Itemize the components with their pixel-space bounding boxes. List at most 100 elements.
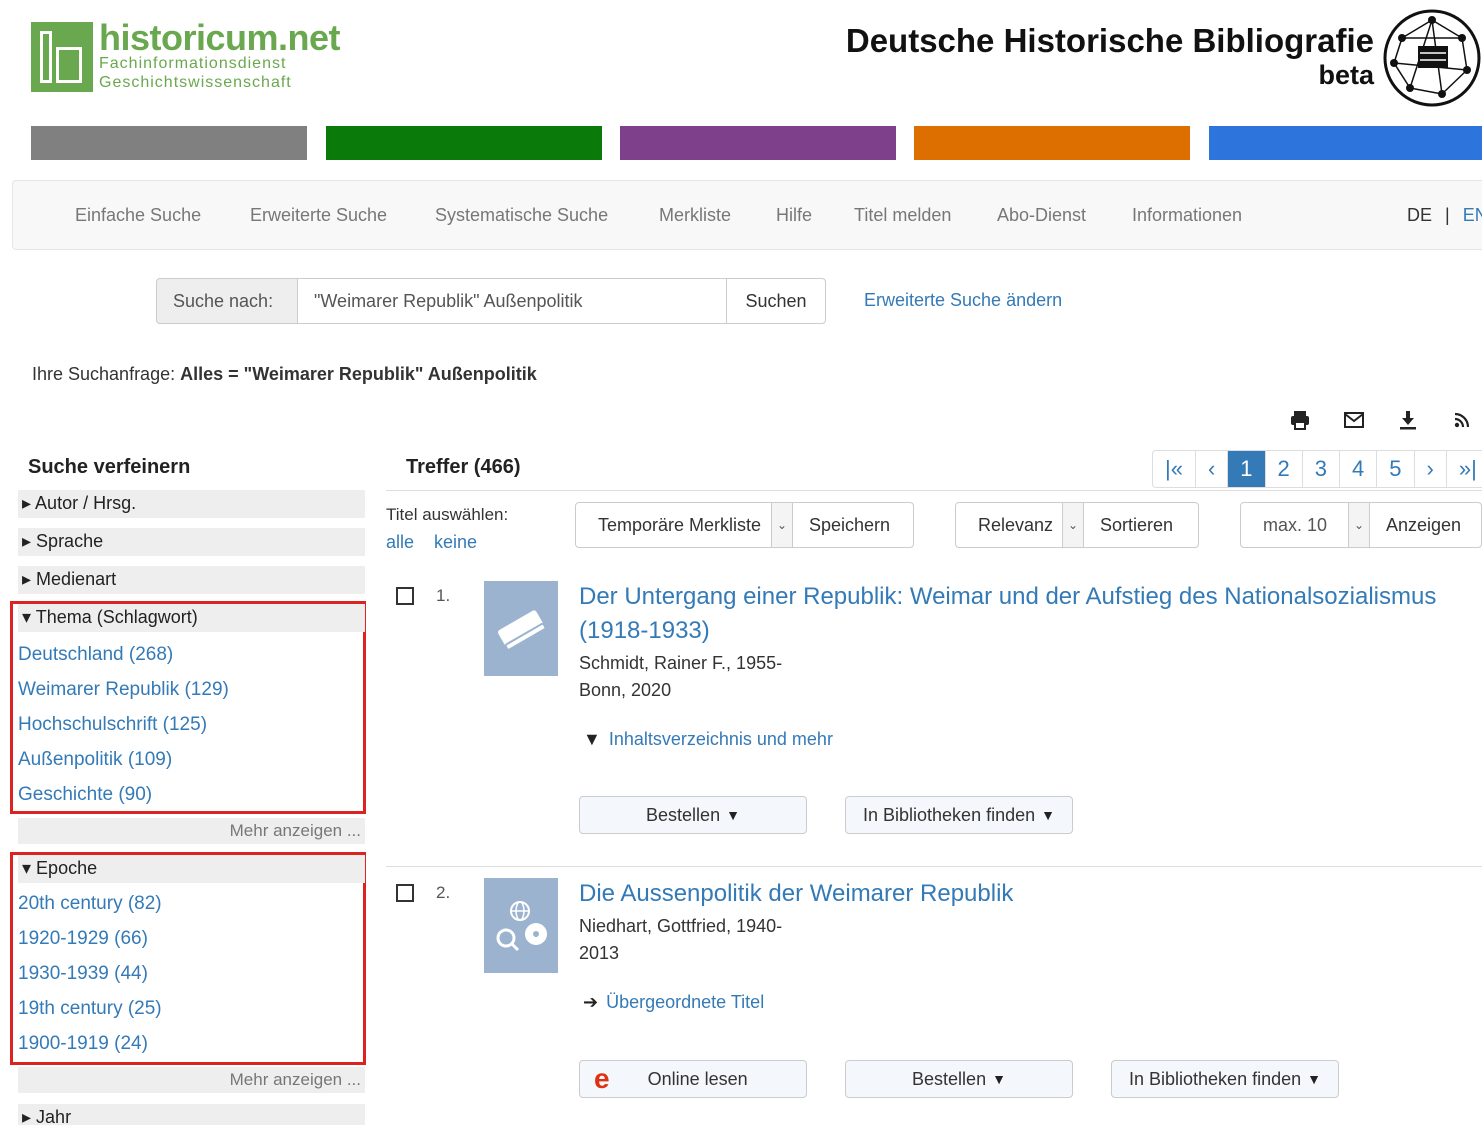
- download-icon[interactable]: [1396, 408, 1420, 432]
- chevron-down-icon[interactable]: ⌄: [1062, 503, 1084, 547]
- find-label: In Bibliotheken finden: [863, 804, 1036, 825]
- facet-item[interactable]: Deutschland (268): [18, 644, 173, 666]
- lang-en[interactable]: EN: [1463, 205, 1482, 225]
- sort-button[interactable]: Sortieren: [1084, 503, 1183, 547]
- order-label: Bestellen: [912, 1068, 987, 1089]
- pager-page-2[interactable]: 2: [1264, 451, 1302, 487]
- nav-merkliste[interactable]: Merkliste: [659, 205, 731, 226]
- result-publication: 2013: [579, 943, 620, 963]
- sort-group: Relevanz ⌄ Sortieren: [955, 502, 1199, 548]
- per-page-group: max. 10 ⌄ Anzeigen: [1240, 502, 1482, 548]
- facet-epoche[interactable]: ▾ Epoche: [18, 855, 365, 883]
- facet-epoche-more-link[interactable]: Mehr anzeigen ...: [18, 1067, 365, 1093]
- pager-page-3[interactable]: 3: [1301, 451, 1339, 487]
- parent-title-label: Übergeordnete Titel: [606, 992, 765, 1012]
- logo-subtitle-2: Geschichtswissenschaft: [99, 74, 292, 91]
- find-in-libraries-button[interactable]: In Bibliotheken finden ▼: [1111, 1060, 1339, 1098]
- pager-first[interactable]: |«: [1153, 451, 1195, 487]
- toc-toggle-label: Inhaltsverzeichnis und mehr: [608, 729, 833, 749]
- result-title-link[interactable]: Der Untergang einer Republik: Weimar und…: [579, 580, 1459, 648]
- facet-label: Autor / Hrsg.: [35, 493, 137, 513]
- show-button[interactable]: Anzeigen: [1370, 503, 1471, 547]
- find-in-libraries-button[interactable]: In Bibliotheken finden ▼: [845, 796, 1073, 834]
- facet-thema-more-link[interactable]: Mehr anzeigen ...: [18, 818, 365, 844]
- list-select[interactable]: Temporäre Merkliste: [576, 503, 771, 547]
- facet-item[interactable]: 1920-1929 (66): [18, 928, 148, 950]
- change-advanced-search-link[interactable]: Erweiterte Suche ändern: [864, 290, 1062, 311]
- result-checkbox[interactable]: [396, 587, 414, 605]
- result-publication: Bonn, 2020: [579, 680, 672, 700]
- list-save-group: Temporäre Merkliste ⌄ Speichern: [575, 502, 914, 548]
- lang-de[interactable]: DE: [1407, 205, 1432, 225]
- read-online-button[interactable]: e Online lesen: [579, 1060, 807, 1098]
- facet-thema[interactable]: ▾ Thema (Schlagwort): [18, 604, 365, 632]
- nav-hilfe[interactable]: Hilfe: [776, 205, 812, 226]
- facet-item[interactable]: 19th century (25): [18, 998, 162, 1020]
- facet-autor[interactable]: ▸ Autor / Hrsg.: [18, 490, 365, 518]
- color-bar-purple: [620, 126, 896, 160]
- refine-search-heading: Suche verfeinern: [28, 456, 191, 478]
- pager-page-1[interactable]: 1: [1227, 451, 1265, 487]
- caret-right-icon: ▸: [22, 493, 36, 513]
- result-tools: [1288, 408, 1474, 432]
- result-checkbox[interactable]: [396, 884, 414, 902]
- save-button[interactable]: Speichern: [793, 503, 900, 547]
- hit-count: Treffer (466): [406, 456, 521, 478]
- search-button[interactable]: Suchen: [726, 278, 826, 324]
- caret-down-icon: ▼: [583, 729, 601, 749]
- sort-select[interactable]: Relevanz: [956, 503, 1062, 547]
- online-resource-icon: [484, 878, 558, 973]
- pager-last[interactable]: »|: [1445, 451, 1482, 487]
- facet-jahr[interactable]: ▸ Jahr: [18, 1104, 365, 1125]
- dhb-network-logo-icon[interactable]: [1382, 8, 1482, 108]
- divider: [386, 866, 1482, 867]
- color-bar-blue: [1209, 126, 1482, 160]
- caret-down-icon: ▼: [992, 1071, 1006, 1087]
- chevron-down-icon[interactable]: ⌄: [1348, 503, 1370, 547]
- nav-einfache-suche[interactable]: Einfache Suche: [75, 205, 201, 226]
- pager-next[interactable]: ›: [1413, 451, 1446, 487]
- facet-label: Epoche: [36, 858, 98, 878]
- result-number: 2.: [436, 883, 451, 902]
- per-page-select[interactable]: max. 10: [1241, 503, 1348, 547]
- facet-item[interactable]: 1930-1939 (44): [18, 963, 148, 985]
- facet-item[interactable]: Hochschulschrift (125): [18, 714, 207, 736]
- language-switcher: DE | EN: [1407, 205, 1482, 226]
- facet-label: Jahr: [36, 1107, 72, 1125]
- nav-titel-melden[interactable]: Titel melden: [854, 205, 951, 226]
- nav-informationen[interactable]: Informationen: [1132, 205, 1242, 226]
- color-bar-orange: [914, 126, 1190, 160]
- chevron-down-icon[interactable]: ⌄: [771, 503, 793, 547]
- facet-item[interactable]: Geschichte (90): [18, 784, 152, 806]
- pager-page-4[interactable]: 4: [1339, 451, 1376, 487]
- historicum-logo[interactable]: historicum.net Fachinformationsdienst Ge…: [31, 20, 341, 92]
- select-all-link[interactable]: alle: [386, 532, 414, 553]
- toc-toggle[interactable]: ▼ Inhaltsverzeichnis und mehr: [583, 729, 833, 750]
- color-bar-green: [326, 126, 602, 160]
- read-online-label: Online lesen: [647, 1068, 748, 1089]
- nav-abo-dienst[interactable]: Abo-Dienst: [997, 205, 1086, 226]
- print-icon[interactable]: [1288, 408, 1312, 432]
- order-button[interactable]: Bestellen ▼: [579, 796, 807, 834]
- nav-systematische-suche[interactable]: Systematische Suche: [435, 205, 608, 226]
- nav-erweiterte-suche[interactable]: Erweiterte Suche: [250, 205, 387, 226]
- search-input[interactable]: [297, 278, 727, 324]
- caret-down-icon: ▼: [1307, 1071, 1321, 1087]
- pager-prev[interactable]: ‹: [1194, 451, 1227, 487]
- rss-icon[interactable]: [1450, 408, 1474, 432]
- pager-page-5[interactable]: 5: [1376, 451, 1413, 487]
- facet-item[interactable]: Außenpolitik (109): [18, 749, 172, 771]
- result-title-link[interactable]: Die Aussenpolitik der Weimarer Republik: [579, 877, 1459, 911]
- historicum-logo-mark-icon: [31, 22, 93, 92]
- facet-sprache[interactable]: ▸ Sprache: [18, 528, 365, 556]
- mail-icon[interactable]: [1342, 408, 1366, 432]
- facet-medienart[interactable]: ▸ Medienart: [18, 566, 365, 594]
- parent-title-link[interactable]: ➔ Übergeordnete Titel: [583, 992, 764, 1013]
- site-beta-label: beta: [1318, 60, 1374, 90]
- facet-item[interactable]: Weimarer Republik (129): [18, 679, 229, 701]
- facet-item[interactable]: 1900-1919 (24): [18, 1033, 148, 1055]
- order-button[interactable]: Bestellen ▼: [845, 1060, 1073, 1098]
- site-title: Deutsche Historische Bibliografie: [845, 22, 1374, 59]
- select-none-link[interactable]: keine: [434, 532, 477, 553]
- facet-item[interactable]: 20th century (82): [18, 893, 162, 915]
